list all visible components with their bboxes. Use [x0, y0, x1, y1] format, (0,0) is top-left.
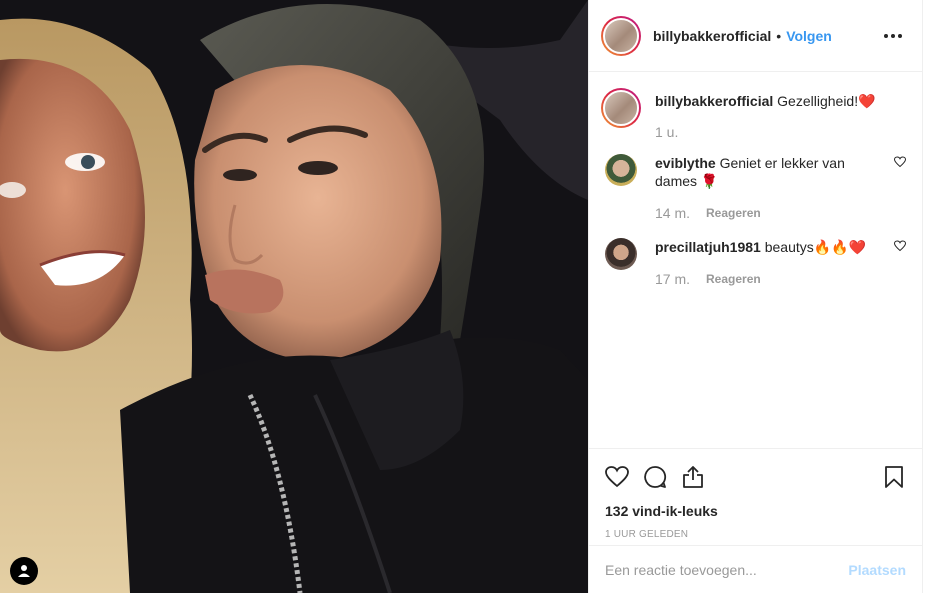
comment-username[interactable]: precillatjuh1981 — [655, 239, 761, 255]
comment-button[interactable] — [643, 465, 667, 489]
share-icon — [683, 466, 703, 488]
commenter-avatar[interactable] — [605, 238, 637, 270]
reply-button[interactable]: Reageren — [706, 204, 761, 222]
caption-author-avatar[interactable] — [601, 88, 641, 128]
comment-icon — [644, 466, 667, 488]
comment-age[interactable]: 14 m. — [655, 204, 690, 222]
add-comment-bar: Plaatsen — [589, 545, 922, 593]
photo-image — [0, 0, 588, 593]
likes-count[interactable]: 132 vind-ik-leuks — [605, 503, 906, 519]
post-actions: 132 vind-ik-leuks 1 UUR GELEDEN — [589, 448, 922, 540]
more-options-icon[interactable] — [880, 30, 906, 42]
save-button[interactable] — [882, 465, 906, 489]
comment-heart-icon[interactable] — [894, 156, 906, 168]
post-caption: billybakkerofficial Gezelligheid!❤️ 1 u. — [601, 88, 906, 140]
caption-author-username[interactable]: billybakkerofficial — [655, 93, 773, 109]
heart-icon — [605, 466, 629, 488]
user-tag-icon — [18, 565, 30, 577]
comments-list[interactable]: billybakkerofficial Gezelligheid!❤️ 1 u.… — [589, 72, 922, 448]
bookmark-icon — [885, 466, 903, 488]
comment-input[interactable] — [605, 561, 849, 578]
comment-text: beautys🔥🔥❤️ — [764, 239, 867, 255]
header-separator: • — [776, 27, 782, 44]
post-details-panel: billybakkerofficial • Volgen billybakker… — [588, 0, 923, 593]
post-photo[interactable] — [0, 0, 588, 593]
caption-text: Gezelligheid!❤️ — [777, 93, 876, 109]
user-tag-button[interactable] — [10, 557, 38, 585]
commenter-avatar[interactable] — [605, 154, 637, 186]
post-timestamp[interactable]: 1 UUR GELEDEN — [605, 529, 906, 540]
comment-age[interactable]: 17 m. — [655, 270, 690, 288]
like-button[interactable] — [605, 465, 629, 489]
author-username[interactable]: billybakkerofficial — [653, 28, 771, 44]
follow-button[interactable]: Volgen — [786, 28, 832, 44]
share-button[interactable] — [681, 465, 705, 489]
reply-button[interactable]: Reageren — [706, 270, 761, 288]
author-avatar[interactable] — [601, 15, 641, 56]
comment-heart-icon[interactable] — [894, 240, 906, 252]
comment-item: precillatjuh1981 beautys🔥🔥❤️ 17 m. Reage… — [601, 238, 906, 288]
comment-item: eviblythe Geniet er lekker van dames 🌹 1… — [601, 154, 906, 222]
comment-username[interactable]: eviblythe — [655, 155, 716, 171]
post-comment-button[interactable]: Plaatsen — [848, 562, 906, 578]
caption-age[interactable]: 1 u. — [655, 124, 678, 140]
post-header: billybakkerofficial • Volgen — [589, 0, 922, 72]
